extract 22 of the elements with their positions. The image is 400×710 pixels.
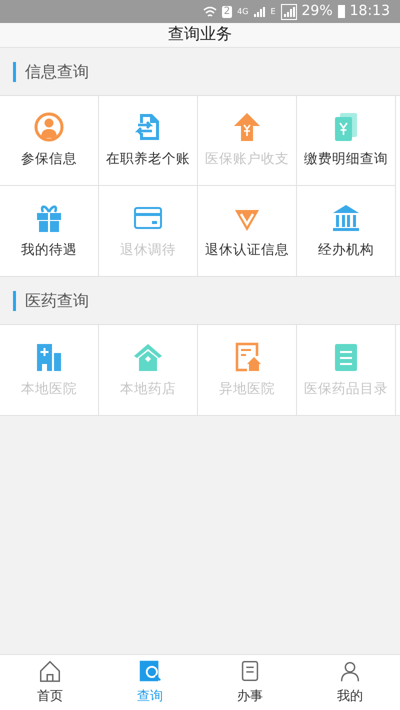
clock: 18:13	[350, 2, 390, 21]
grid-item[interactable]: 参保信息	[0, 96, 99, 186]
person-icon	[33, 111, 65, 144]
network-type: E	[270, 6, 276, 18]
tab[interactable]: 办事	[200, 655, 300, 710]
battery-icon	[338, 5, 345, 18]
tab[interactable]: 首页	[0, 655, 100, 710]
section-title: 医药查询	[25, 290, 89, 312]
grid-item[interactable]: 在职养老个账	[99, 96, 198, 186]
tab[interactable]: 我的	[300, 655, 400, 710]
battery-percent: 29%	[302, 2, 333, 21]
network-type: 4G	[237, 6, 248, 18]
home-icon	[37, 658, 63, 684]
wifi-icon	[202, 4, 217, 18]
section-title: 信息查询	[25, 60, 89, 82]
page-title: 查询业务	[168, 24, 232, 44]
grid-item[interactable]: 缴费明细查询	[297, 96, 396, 186]
section-marker	[13, 290, 16, 310]
section-marker	[13, 62, 16, 82]
sim-badge: 2	[222, 6, 232, 18]
signal-icon	[253, 6, 266, 18]
signal-icon	[280, 4, 297, 20]
